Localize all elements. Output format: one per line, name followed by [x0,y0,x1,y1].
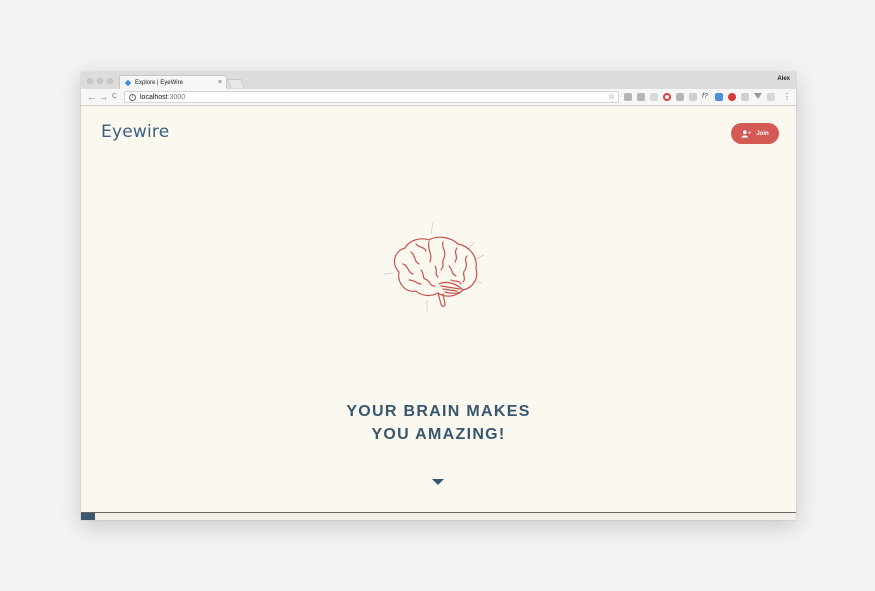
filter-icon[interactable] [754,93,762,99]
brain-illustration [383,221,485,312]
extension-6[interactable] [689,93,697,101]
tab-explore[interactable]: Explore | EyeWire × [119,75,227,89]
bookmark-star-icon[interactable]: ☆ [608,92,615,101]
info-icon[interactable]: i [129,93,136,101]
zoom-window-button[interactable] [107,78,113,84]
reload-icon[interactable]: C [112,92,117,102]
progress-fill [81,513,95,520]
brain-outline [393,236,478,307]
forward-icon[interactable]: → [99,92,108,102]
browser-window: Explore | EyeWire × Alex ← → C i localho… [81,72,796,520]
address-bar[interactable]: i localhost :3000 ☆ [124,91,619,103]
scroll-down-arrow-icon[interactable] [432,479,444,485]
join-button-label: Join [756,130,769,137]
headline-line-1: YOUR BRAIN MAKES [346,403,531,420]
join-button[interactable]: Join [731,123,779,144]
browser-toolbar: ← → C i localhost :3000 ☆ f? ⋮ [81,89,796,106]
extension-5[interactable] [676,93,684,101]
close-window-button[interactable] [87,78,93,84]
brain-rays [383,221,485,312]
profile-name[interactable]: Alex [777,76,790,82]
tab-title: Explore | EyeWire [135,79,183,86]
progress-bar [81,512,796,520]
extension-12[interactable] [767,93,775,101]
fx-icon[interactable]: f? [702,93,710,101]
eyewire-favicon-icon [124,79,132,86]
browser-menu-icon[interactable]: ⋮ [783,92,791,101]
headline-line-2: YOU AMAZING! [371,426,506,443]
page-content: Eyewire Join YOUR BRAIN MAKES YOU AMAZIN… [81,107,796,512]
new-tab-button[interactable] [227,79,245,88]
add-user-icon [741,129,752,138]
extensions-bar: f? [624,93,775,101]
extension-2[interactable] [637,93,645,101]
calendar-icon[interactable] [715,93,723,101]
tab-close-icon[interactable]: × [218,79,222,86]
back-icon[interactable]: ← [87,92,96,102]
hero-headline: YOUR BRAIN MAKES YOU AMAZING! [81,400,796,446]
eyewire-logo[interactable]: Eyewire [101,122,169,142]
tab-strip: Explore | EyeWire × Alex [81,72,796,89]
extension-3[interactable] [650,93,658,101]
url-port: :3000 [167,93,186,101]
opera-icon[interactable] [663,93,671,101]
pinterest-icon[interactable] [728,93,736,101]
window-controls[interactable] [87,78,113,84]
url-host: localhost [140,93,168,101]
extension-10[interactable] [741,93,749,101]
extension-1[interactable] [624,93,632,101]
minimize-window-button[interactable] [97,78,103,84]
